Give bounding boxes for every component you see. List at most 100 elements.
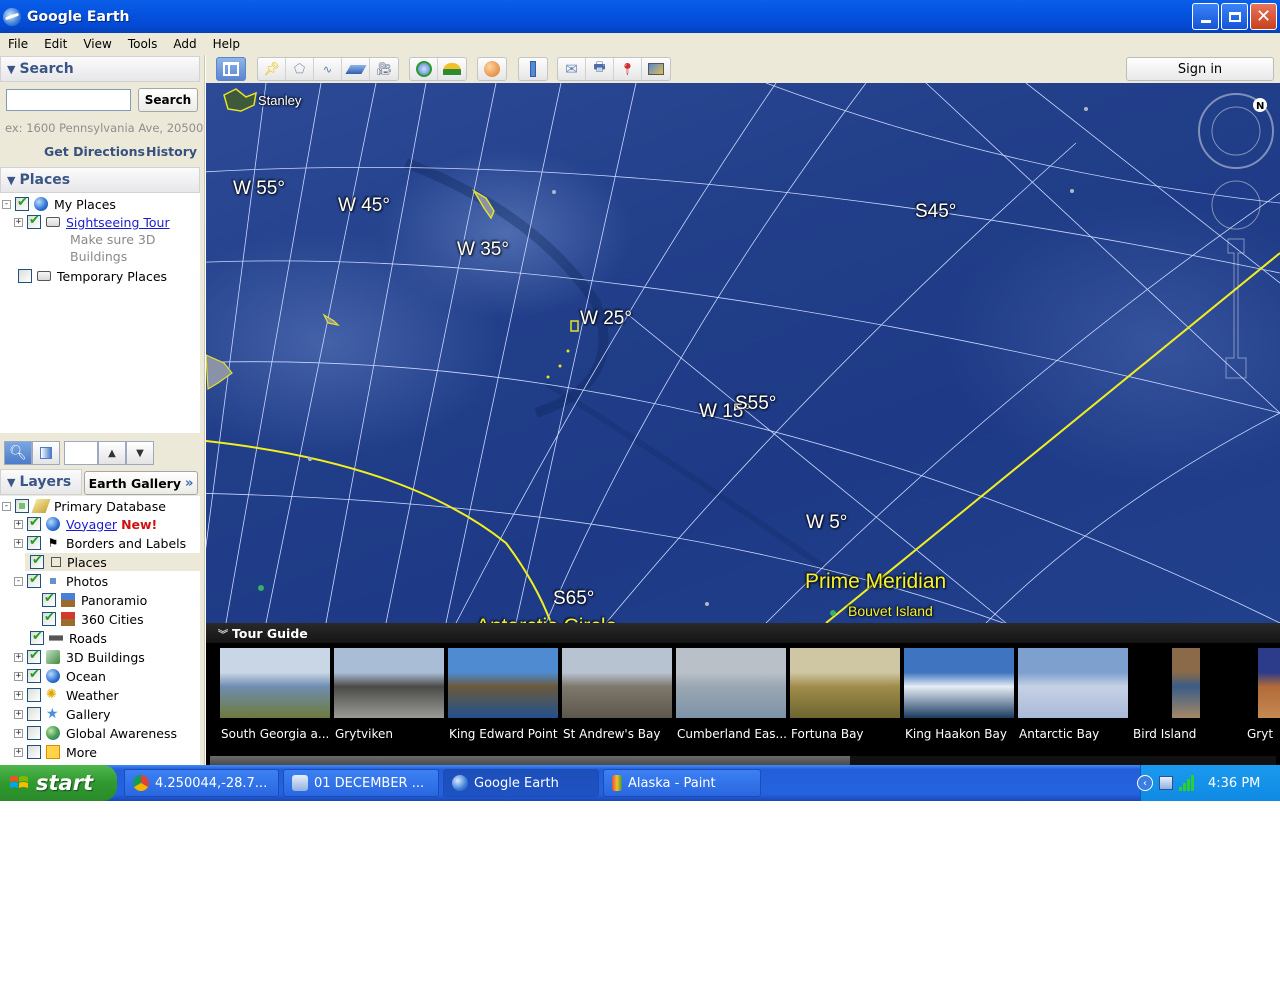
menu-tools[interactable]: Tools — [120, 37, 166, 51]
search-panel-header[interactable]: ▼ Search — [0, 56, 200, 82]
get-directions-link[interactable]: Get Directions — [44, 144, 145, 159]
tour-item-label[interactable]: Gryt — [1247, 727, 1280, 741]
global-awareness-checkbox[interactable] — [27, 726, 41, 740]
tour-thumbnail[interactable] — [904, 648, 1014, 718]
sunlight-button[interactable] — [438, 58, 466, 80]
save-image-button[interactable] — [642, 58, 670, 80]
add-image-overlay-button[interactable] — [342, 58, 370, 80]
move-down-button[interactable]: ▼ — [126, 441, 154, 465]
tour-guide-header[interactable]: ︾ Tour Guide — [206, 623, 1280, 643]
sightseeing-tour-checkbox[interactable] — [27, 213, 41, 229]
place-marker[interactable] — [308, 457, 312, 461]
expand-expander[interactable]: + — [14, 519, 23, 529]
bouvet-island-marker[interactable] — [830, 610, 836, 616]
network-icon[interactable] — [1159, 776, 1173, 790]
place-marker[interactable] — [1084, 107, 1088, 111]
signal-strength-icon[interactable] — [1179, 775, 1194, 791]
tour-thumbnail[interactable] — [1172, 648, 1200, 718]
tour-item-label[interactable]: Bird Island — [1133, 727, 1245, 741]
tour-item-label[interactable]: Cumberland Eas... — [677, 727, 789, 741]
move-up-button[interactable]: ▲ — [98, 441, 126, 465]
search-input[interactable] — [6, 89, 131, 111]
tour-item-label[interactable]: St Andrew's Bay — [563, 727, 675, 741]
taskbar-item-chrome[interactable]: 4.250044,-28.7... — [124, 769, 279, 797]
earth-map-view[interactable]: N Stanley W 55° W 45° W 35° W 25° W 15° … — [206, 83, 1280, 623]
collapse-expander[interactable]: - — [2, 501, 11, 511]
earth-gallery-button[interactable]: Earth Gallery » — [84, 471, 198, 495]
layer-360-cities[interactable]: 360 Cities — [42, 610, 144, 628]
taskbar-item-document[interactable]: 01 DECEMBER ... — [283, 769, 439, 797]
place-marker[interactable] — [552, 190, 556, 194]
layer-more[interactable]: + More — [14, 743, 97, 761]
places-panel-header[interactable]: ▼ Places — [0, 167, 200, 193]
place-marker[interactable] — [1070, 189, 1074, 193]
show-hidden-icons-button[interactable]: ‹ — [1137, 775, 1153, 791]
layer-ocean[interactable]: + Ocean — [14, 667, 106, 685]
close-button[interactable]: ✕ — [1250, 3, 1277, 30]
panoramio-checkbox[interactable] — [42, 591, 56, 607]
places-filter-input[interactable] — [64, 441, 98, 465]
tour-item-label[interactable]: King Haakon Bay — [905, 727, 1017, 741]
primary-database-checkbox[interactable] — [15, 499, 29, 513]
tour-thumbnail[interactable] — [448, 648, 558, 718]
expand-expander[interactable]: + — [14, 652, 23, 662]
tour-thumbnail[interactable] — [220, 648, 330, 718]
add-placemark-button[interactable]: 📌︎ — [258, 58, 286, 80]
weather-checkbox[interactable] — [27, 688, 41, 702]
tree-item-temporary-places[interactable]: Temporary Places — [18, 267, 167, 285]
layer-global-awareness[interactable]: + Global Awareness — [14, 724, 177, 742]
zoom-slider[interactable] — [1225, 238, 1247, 379]
more-checkbox[interactable] — [27, 745, 41, 759]
print-button[interactable]: 🖶 — [586, 58, 614, 80]
gallery-checkbox[interactable] — [27, 707, 41, 721]
tour-thumbnail[interactable] — [562, 648, 672, 718]
tour-guide-scroll-thumb[interactable] — [210, 756, 850, 765]
tour-thumbnail[interactable] — [1258, 648, 1280, 718]
restore-button[interactable] — [1221, 3, 1248, 30]
menu-edit[interactable]: Edit — [36, 37, 75, 51]
add-path-button[interactable]: ∿ — [314, 58, 342, 80]
layer-voyager[interactable]: + Voyager New! — [14, 515, 157, 533]
menu-add[interactable]: Add — [165, 37, 204, 51]
voyager-checkbox[interactable] — [27, 515, 41, 531]
tour-item-label[interactable]: Antarctic Bay — [1019, 727, 1131, 741]
places-layer-checkbox[interactable] — [30, 553, 44, 569]
360-cities-checkbox[interactable] — [42, 610, 56, 626]
temporary-places-checkbox[interactable] — [18, 269, 32, 283]
photos-checkbox[interactable] — [27, 572, 41, 588]
roads-checkbox[interactable] — [30, 629, 44, 645]
tour-item-label[interactable]: Fortuna Bay — [791, 727, 903, 741]
tour-item-label[interactable]: King Edward Point — [449, 727, 561, 741]
record-tour-button[interactable]: 🎥︎ — [370, 58, 398, 80]
switch-planet-button[interactable] — [478, 58, 506, 80]
layer-roads[interactable]: Roads — [30, 629, 107, 647]
tree-item-sightseeing-tour[interactable]: + Sightseeing Tour — [14, 213, 170, 231]
expand-expander[interactable]: + — [14, 690, 23, 700]
layers-panel-header[interactable]: ▼ Layers — [0, 469, 82, 495]
layer-primary-database[interactable]: - Primary Database — [2, 497, 166, 515]
tour-thumbnail[interactable] — [334, 648, 444, 718]
email-button[interactable]: ✉ — [558, 58, 586, 80]
3d-buildings-checkbox[interactable] — [27, 648, 41, 664]
tour-item-label[interactable]: Grytviken — [335, 727, 447, 741]
expand-expander[interactable]: + — [14, 538, 23, 548]
expand-expander[interactable]: + — [14, 709, 23, 719]
minimize-button[interactable] — [1192, 3, 1219, 30]
search-button[interactable]: Search — [138, 88, 198, 112]
expand-expander[interactable]: + — [14, 747, 23, 757]
sightseeing-tour-link[interactable]: Sightseeing Tour — [66, 215, 170, 230]
start-button[interactable]: start — [0, 765, 117, 801]
sign-in-button[interactable]: Sign in — [1126, 57, 1274, 81]
tour-thumbnail[interactable] — [790, 648, 900, 718]
collapse-expander[interactable]: - — [2, 199, 11, 209]
collapse-expander[interactable]: - — [14, 576, 23, 586]
menu-help[interactable]: Help — [205, 37, 248, 51]
place-marker[interactable] — [705, 602, 709, 606]
ocean-checkbox[interactable] — [27, 667, 41, 683]
voyager-link[interactable]: Voyager — [66, 517, 117, 532]
place-marker[interactable] — [258, 585, 264, 591]
expand-expander[interactable]: + — [14, 728, 23, 738]
layer-panoramio[interactable]: Panoramio — [42, 591, 147, 609]
layer-borders-and-labels[interactable]: + ⚑ Borders and Labels — [14, 534, 186, 552]
layer-photos[interactable]: - Photos — [14, 572, 108, 590]
